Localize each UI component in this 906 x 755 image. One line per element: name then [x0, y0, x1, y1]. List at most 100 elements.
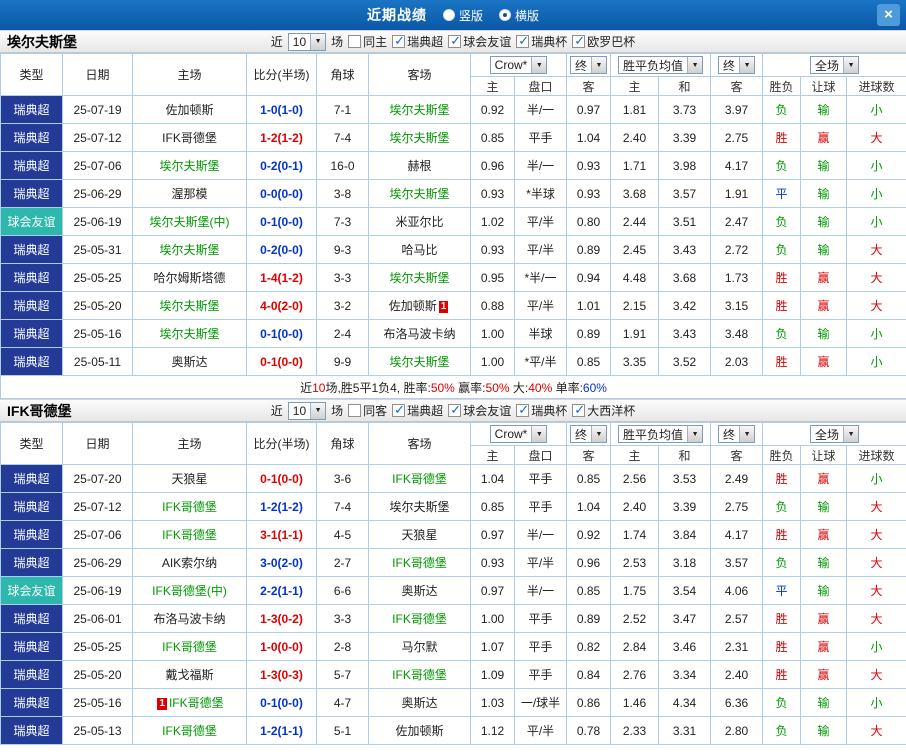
col-avg-draw: 和: [658, 445, 712, 465]
avg-odds-draw: 3.51: [658, 207, 712, 236]
col-type: 类型: [0, 422, 63, 465]
checkbox-icon[interactable]: [348, 404, 362, 417]
handicap-line: 平手: [513, 660, 568, 689]
result-wdl: 平: [762, 179, 802, 208]
scope-select[interactable]: 全场 ▼: [810, 425, 860, 443]
result-handicap: 赢: [800, 632, 848, 661]
league-type-cell: 瑞典超: [0, 716, 63, 745]
checkbox-icon[interactable]: [448, 33, 462, 49]
odds-company-select[interactable]: Crow* ▼: [489, 425, 548, 443]
corner-count: 16-0: [316, 151, 369, 180]
handicap-line: 平手: [513, 464, 568, 493]
avg-odds-select[interactable]: 胜平负均值 ▼: [618, 425, 704, 443]
corner-count: 3-8: [316, 179, 369, 208]
checkbox-icon[interactable]: [392, 402, 406, 418]
result-wdl: 胜: [762, 123, 802, 152]
chevron-down-icon: ▼: [310, 402, 326, 419]
matches-table-1: 类型 日期 主场 比分(半场) 角球 客场 Crow* ▼ 终 ▼ 胜平负均值 ▼ 终…: [0, 53, 906, 399]
odds-company-header: Crow* ▼: [469, 53, 568, 77]
avg-odds-away: 2.75: [710, 123, 764, 152]
avg-odds-draw: 3.43: [658, 235, 712, 264]
filter-league-3[interactable]: 瑞典杯: [516, 402, 567, 419]
avg-final-select[interactable]: 终 ▼: [718, 425, 756, 443]
checkbox-icon[interactable]: [572, 33, 586, 49]
league-type-cell: 瑞典超: [0, 123, 63, 152]
odds-final-select[interactable]: 终 ▼: [570, 56, 608, 74]
filter-league-4[interactable]: 大西洋杯: [572, 402, 635, 419]
league-type-cell: 瑞典超: [0, 464, 63, 493]
filter-league-2[interactable]: 球会友谊: [448, 402, 511, 419]
corner-count: 5-7: [316, 660, 369, 689]
result-wdl: 胜: [762, 263, 802, 292]
radio-vertical-label: 竖版: [458, 8, 483, 23]
radio-vertical-layout[interactable]: 竖版: [442, 7, 483, 24]
odds-away: 0.94: [566, 263, 612, 292]
checkbox-icon[interactable]: [572, 402, 586, 418]
col-avg-home: 主: [610, 445, 660, 465]
col-corner: 角球: [316, 422, 369, 465]
result-wdl: 负: [762, 688, 802, 717]
filter-league-1[interactable]: 瑞典超: [392, 33, 443, 50]
handicap-line: 半/一: [513, 151, 568, 180]
radio-horizontal-layout[interactable]: 横版: [499, 7, 539, 24]
avg-odds-header: 胜平负均值 ▼: [610, 422, 712, 446]
result-goals: 小: [846, 688, 906, 717]
avg-odds-home: 2.40: [610, 123, 660, 152]
odds-away: 0.93: [566, 151, 612, 180]
avg-final-select[interactable]: 终 ▼: [718, 56, 756, 74]
match-row: 瑞典超 25-07-06 埃尔夫斯堡 0-2(0-1) 16-0 赫根 0.96 半/一 0.9…: [0, 151, 906, 180]
odds-company-select[interactable]: Crow* ▼: [489, 56, 548, 74]
filter-league-3[interactable]: 瑞典杯: [516, 33, 567, 50]
result-wdl: 负: [762, 207, 802, 236]
recent-count-select[interactable]: 10 ▼: [287, 401, 327, 420]
filter-bar: 近 10 ▼ 场 同主 瑞典超 球会友谊 瑞典杯 欧罗巴杯: [271, 32, 635, 51]
result-goals: 大: [846, 263, 906, 292]
avg-odds-draw: 3.84: [658, 520, 712, 549]
checkbox-icon[interactable]: [516, 402, 530, 418]
odds-home: 0.96: [470, 151, 515, 180]
result-handicap: 赢: [800, 123, 848, 152]
home-team: 埃尔夫斯堡: [132, 319, 247, 348]
recent-count-select[interactable]: 10 ▼: [287, 32, 327, 51]
odds-final-select[interactable]: 终 ▼: [570, 425, 608, 443]
checkbox-icon[interactable]: [448, 402, 462, 418]
result-handicap: 赢: [800, 291, 848, 320]
match-date: 25-07-20: [62, 464, 133, 493]
col-result-handicap: 让球: [800, 76, 848, 96]
col-away: 客场: [368, 422, 471, 465]
filter-league-2[interactable]: 球会友谊: [448, 33, 511, 50]
result-goals: 大: [846, 604, 906, 633]
avg-odds-draw: 3.54: [658, 576, 712, 605]
match-row: 瑞典超 25-06-29 渥那模 0-0(0-0) 3-8 埃尔夫斯堡 0.93 *半球 0.9…: [0, 179, 906, 208]
filter-same-away[interactable]: 同客: [348, 402, 387, 419]
home-team: 埃尔夫斯堡(中): [132, 207, 247, 236]
col-odds-home: 主: [470, 76, 515, 96]
odds-home: 0.85: [470, 492, 515, 521]
checkbox-icon[interactable]: [392, 33, 406, 49]
summary-text-part: 场,胜5平1负4, 胜率:: [325, 380, 431, 395]
avg-odds-select[interactable]: 胜平负均值 ▼: [618, 56, 704, 74]
scope-select[interactable]: 全场 ▼: [810, 56, 860, 74]
checkbox-icon[interactable]: [516, 33, 530, 49]
result-wdl: 胜: [762, 464, 802, 493]
away-team: 奥斯达: [368, 576, 471, 605]
checkbox-icon[interactable]: [348, 35, 362, 48]
handicap-line: 半/一: [513, 95, 568, 124]
avg-odds-draw: 3.43: [658, 319, 712, 348]
result-wdl: 胜: [762, 660, 802, 689]
match-row: 瑞典超 25-05-13 IFK哥德堡 1-2(1-1) 5-1 佐加顿斯 1.12 平/半 0…: [0, 716, 906, 745]
odds-home: 1.00: [470, 604, 515, 633]
away-team: 天狼星: [368, 520, 471, 549]
avg-odds-home: 2.40: [610, 492, 660, 521]
filter-league-4[interactable]: 欧罗巴杯: [572, 33, 635, 50]
home-team: IFK哥德堡: [132, 632, 247, 661]
result-handicap: 输: [800, 207, 848, 236]
away-team: 赫根: [368, 151, 471, 180]
filter-league-1[interactable]: 瑞典超: [392, 402, 443, 419]
odds-home: 1.07: [470, 632, 515, 661]
filter-same-home[interactable]: 同主: [348, 33, 387, 50]
close-icon[interactable]: ×: [877, 4, 900, 26]
handicap-line: *半球: [513, 179, 568, 208]
result-goals: 大: [846, 492, 906, 521]
result-wdl: 胜: [762, 632, 802, 661]
